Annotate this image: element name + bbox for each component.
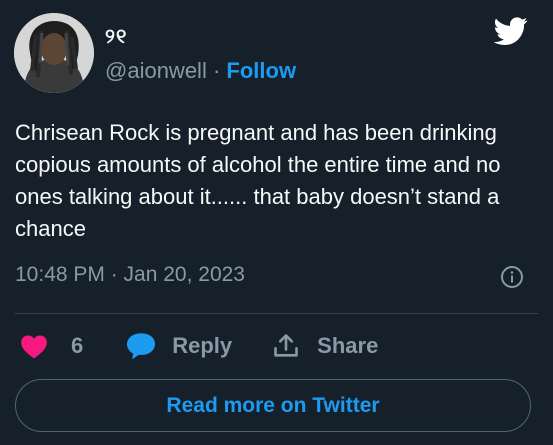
follow-button[interactable]: Follow xyxy=(226,58,296,83)
avatar[interactable] xyxy=(14,13,94,93)
divider xyxy=(15,313,538,314)
info-icon[interactable] xyxy=(500,265,524,289)
separator-dot: · xyxy=(212,58,221,83)
tweet-card: ୨୧ @aionwell · Follow Chrisean Rock is p… xyxy=(0,0,553,445)
timestamp[interactable]: 10:48 PM · Jan 20, 2023 xyxy=(15,263,245,287)
like-count: 6 xyxy=(71,333,84,358)
share-label: Share xyxy=(317,333,379,358)
twitter-bird-icon[interactable] xyxy=(492,14,530,48)
reply-button[interactable]: Reply xyxy=(125,332,232,360)
like-button[interactable]: 6 xyxy=(20,333,83,359)
display-name[interactable]: ୨୧ xyxy=(105,26,127,49)
avatar-image xyxy=(14,13,94,93)
handle[interactable]: @aionwell xyxy=(105,58,207,83)
share-icon xyxy=(274,334,298,357)
reply-bubble-icon xyxy=(127,333,156,360)
tweet-text: Chrisean Rock is pregnant and has been d… xyxy=(15,120,501,241)
share-button[interactable]: Share xyxy=(272,332,378,360)
read-more-button[interactable]: Read more on Twitter xyxy=(15,379,531,432)
reply-label: Reply xyxy=(172,333,233,358)
heart-icon xyxy=(21,335,47,359)
action-bar: 6 Reply Share xyxy=(15,330,378,362)
handle-line: @aionwell · Follow xyxy=(105,58,296,84)
